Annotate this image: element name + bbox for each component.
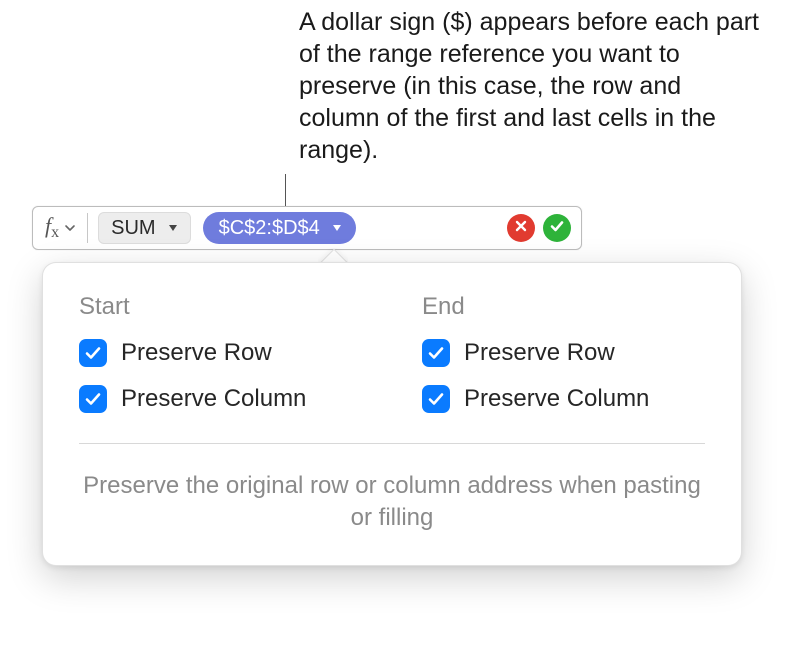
confirm-button[interactable] bbox=[543, 214, 571, 242]
start-preserve-row-label: Preserve Row bbox=[121, 339, 272, 367]
end-preserve-row-option[interactable]: Preserve Row bbox=[422, 339, 705, 367]
callout-text: A dollar sign ($) appears before each pa… bbox=[299, 6, 759, 166]
checkbox-checked-icon bbox=[422, 339, 450, 367]
checkbox-checked-icon bbox=[422, 385, 450, 413]
checkbox-checked-icon bbox=[79, 339, 107, 367]
end-preserve-row-label: Preserve Row bbox=[464, 339, 615, 367]
range-reference-token[interactable]: $C$2:$D$4 bbox=[203, 212, 356, 244]
triangle-down-icon bbox=[328, 219, 346, 237]
fx-menu-button[interactable]: fx bbox=[33, 207, 85, 249]
end-column: End Preserve Row Preserve Column bbox=[422, 293, 705, 431]
preserve-reference-popover: Start Preserve Row Preserve Column End bbox=[42, 262, 742, 566]
end-heading: End bbox=[422, 293, 705, 321]
check-icon bbox=[549, 218, 565, 239]
start-preserve-column-option[interactable]: Preserve Column bbox=[79, 385, 362, 413]
popover-description: Preserve the original row or column addr… bbox=[79, 470, 705, 535]
divider bbox=[79, 443, 705, 444]
divider bbox=[87, 213, 88, 243]
function-token-label: SUM bbox=[111, 217, 155, 240]
start-heading: Start bbox=[79, 293, 362, 321]
start-column: Start Preserve Row Preserve Column bbox=[79, 293, 362, 431]
cancel-button[interactable] bbox=[507, 214, 535, 242]
function-token[interactable]: SUM bbox=[98, 212, 190, 244]
fx-icon: fx bbox=[45, 215, 59, 241]
checkbox-checked-icon bbox=[79, 385, 107, 413]
end-preserve-column-label: Preserve Column bbox=[464, 385, 649, 413]
start-preserve-column-label: Preserve Column bbox=[121, 385, 306, 413]
formula-editor-bar: fx SUM $C$2:$D$4 bbox=[32, 206, 582, 250]
x-icon bbox=[514, 219, 528, 238]
range-reference-label: $C$2:$D$4 bbox=[219, 217, 320, 240]
chevron-down-icon bbox=[63, 221, 77, 235]
triangle-down-icon bbox=[164, 219, 182, 237]
start-preserve-row-option[interactable]: Preserve Row bbox=[79, 339, 362, 367]
end-preserve-column-option[interactable]: Preserve Column bbox=[422, 385, 705, 413]
